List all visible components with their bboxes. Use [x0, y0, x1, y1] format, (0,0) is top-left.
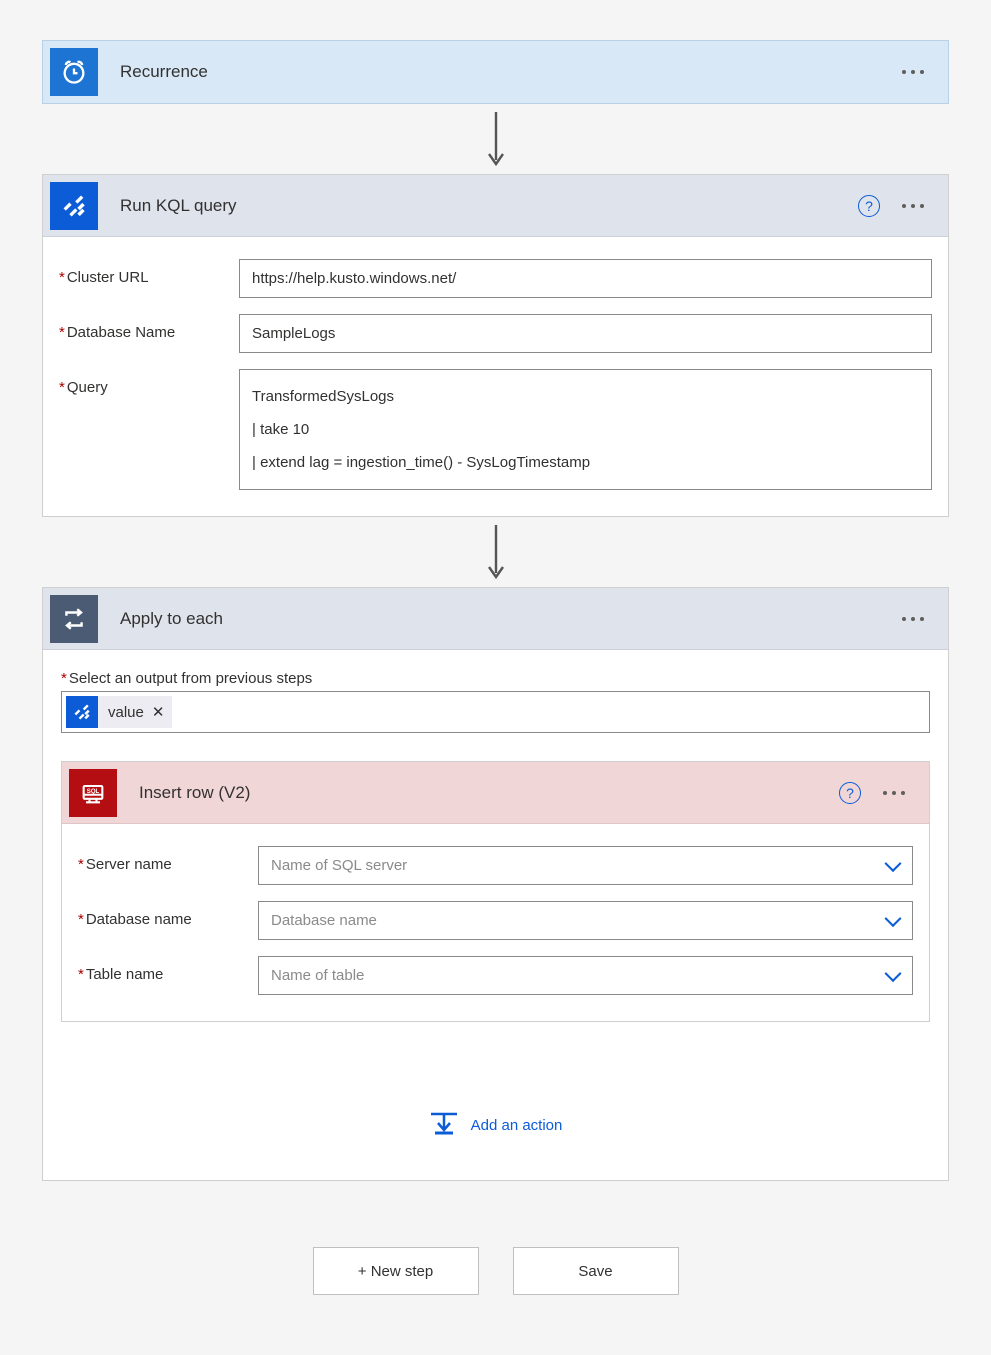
recurrence-header[interactable]: Recurrence — [43, 41, 948, 103]
more-icon[interactable] — [900, 611, 926, 627]
kql-query-input[interactable]: TransformedSysLogs | take 10 | extend la… — [239, 369, 932, 490]
kql-body: *Cluster URL *Database Name *Query Trans… — [43, 237, 948, 516]
help-icon[interactable]: ? — [858, 195, 880, 217]
table-name-label: *Table name — [78, 956, 258, 983]
add-action-label: Add an action — [471, 1117, 563, 1134]
output-token-input[interactable]: value ✕ — [61, 691, 930, 733]
table-name-select[interactable]: Name of table — [258, 956, 913, 995]
apply-body: *Select an output from previous steps va… — [43, 650, 948, 1180]
kql-query-label: *Query — [59, 369, 239, 396]
token-label: value — [108, 704, 144, 721]
sql-body: *Server name Name of SQL server *Databas… — [62, 824, 929, 1021]
recurrence-card: Recurrence — [42, 40, 949, 104]
apply-to-each-card: Apply to each *Select an output from pre… — [42, 587, 949, 1181]
kusto-icon — [50, 182, 98, 230]
save-button[interactable]: Save — [513, 1247, 679, 1295]
help-icon[interactable]: ? — [839, 782, 861, 804]
sql-title: Insert row (V2) — [117, 783, 839, 803]
server-name-label: *Server name — [78, 846, 258, 873]
loop-icon — [50, 595, 98, 643]
recurrence-title: Recurrence — [98, 62, 900, 82]
select-output-label: *Select an output from previous steps — [61, 670, 930, 687]
kql-title: Run KQL query — [98, 196, 858, 216]
apply-header[interactable]: Apply to each — [43, 588, 948, 650]
sql-icon: SQL — [69, 769, 117, 817]
arrow-connector — [42, 104, 949, 174]
footer-buttons: + New step Save — [42, 1181, 949, 1295]
insert-row-card: SQL Insert row (V2) ? *Server name — [61, 761, 930, 1022]
token-remove-icon[interactable]: ✕ — [152, 703, 165, 721]
add-action-button[interactable]: Add an action — [61, 1022, 930, 1160]
arrow-connector — [42, 517, 949, 587]
more-icon[interactable] — [881, 785, 907, 801]
add-action-icon — [429, 1110, 459, 1140]
kusto-icon — [66, 696, 98, 728]
sql-header[interactable]: SQL Insert row (V2) ? — [62, 762, 929, 824]
more-icon[interactable] — [900, 198, 926, 214]
kql-database-input[interactable] — [239, 314, 932, 353]
apply-title: Apply to each — [98, 609, 900, 629]
new-step-button[interactable]: + New step — [313, 1247, 479, 1295]
sql-database-label: *Database name — [78, 901, 258, 928]
cluster-url-label: *Cluster URL — [59, 259, 239, 286]
server-name-select[interactable]: Name of SQL server — [258, 846, 913, 885]
value-token: value ✕ — [66, 696, 172, 728]
sql-database-select[interactable]: Database name — [258, 901, 913, 940]
kql-header[interactable]: Run KQL query ? — [43, 175, 948, 237]
cluster-url-input[interactable] — [239, 259, 932, 298]
clock-icon — [50, 48, 98, 96]
kql-card: Run KQL query ? *Cluster URL *Database N… — [42, 174, 949, 517]
more-icon[interactable] — [900, 64, 926, 80]
kql-database-label: *Database Name — [59, 314, 239, 341]
